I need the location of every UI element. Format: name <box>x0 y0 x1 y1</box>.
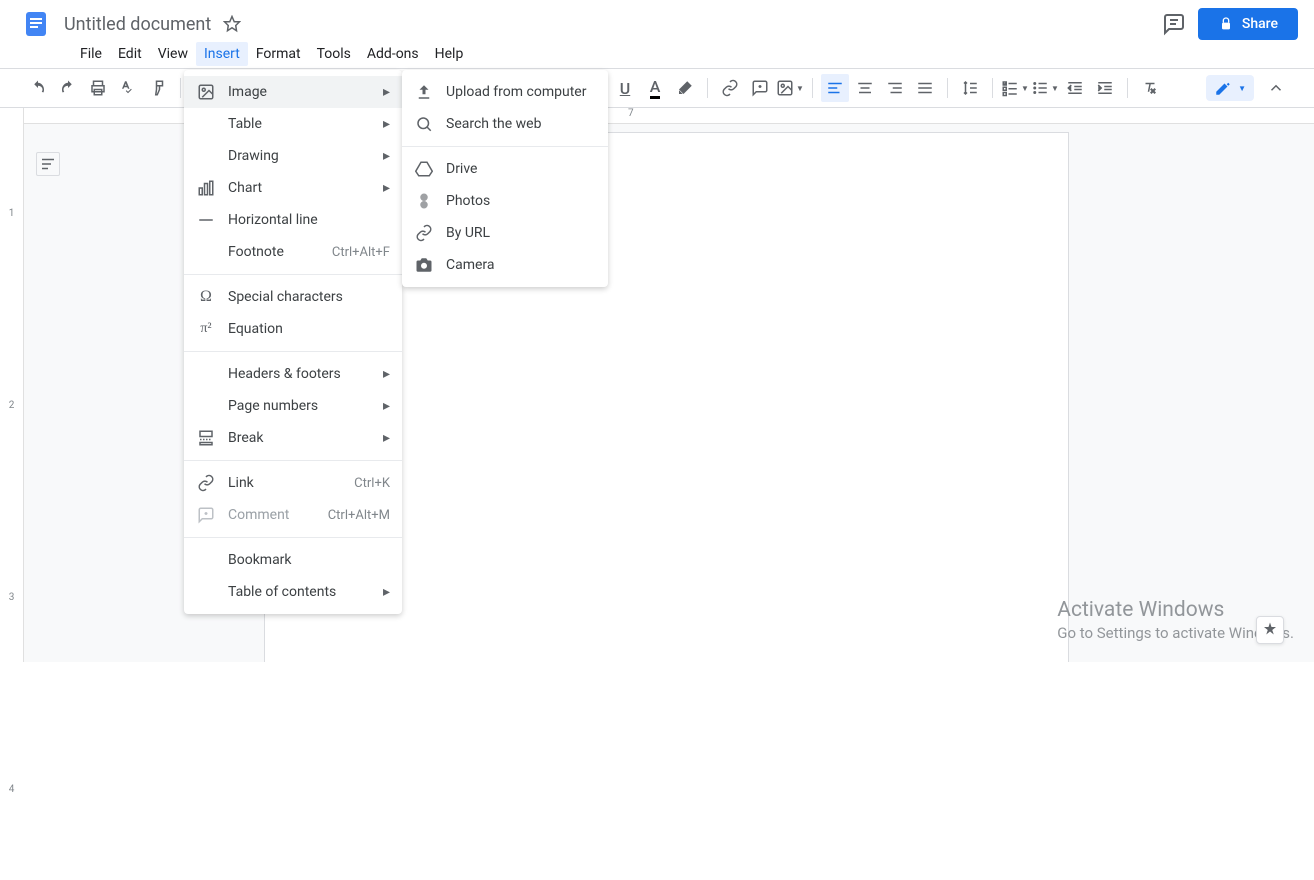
underline-button[interactable]: U <box>611 74 639 102</box>
insert-link-button[interactable] <box>716 74 744 102</box>
chart-icon <box>196 178 216 198</box>
menu-insert[interactable]: Insert <box>196 42 248 66</box>
link-icon <box>196 473 216 493</box>
insert-image-button[interactable]: ▼ <box>776 74 804 102</box>
menu-item-comment[interactable]: CommentCtrl+Alt+M <box>184 499 402 531</box>
menu-help[interactable]: Help <box>427 42 472 66</box>
menu-item-table[interactable]: Table▸ <box>184 108 402 140</box>
submenu-arrow-icon: ▸ <box>383 84 390 100</box>
menu-item-special-characters[interactable]: ΩSpecial characters <box>184 281 402 313</box>
vertical-ruler: 1234 <box>0 108 24 662</box>
docs-logo[interactable] <box>16 4 56 44</box>
submenu-arrow-icon: ▸ <box>383 398 390 414</box>
menu-tools[interactable]: Tools <box>309 42 359 66</box>
menu-view[interactable]: View <box>150 42 196 66</box>
submenu-arrow-icon: ▸ <box>383 366 390 382</box>
clear-formatting-button[interactable] <box>1136 74 1164 102</box>
menu-item-table-of-contents[interactable]: Table of contents▸ <box>184 576 402 608</box>
menu-item-equation[interactable]: π²Equation <box>184 313 402 345</box>
document-title[interactable]: Untitled document <box>64 14 211 35</box>
menu-add-ons[interactable]: Add-ons <box>359 42 427 66</box>
redo-button[interactable] <box>54 74 82 102</box>
menu-item-drive[interactable]: Drive <box>402 153 608 185</box>
menu-item-photos[interactable]: Photos <box>402 185 608 217</box>
editing-mode-button[interactable]: ▼ <box>1206 75 1254 101</box>
menu-item-footnote[interactable]: FootnoteCtrl+Alt+F <box>184 236 402 268</box>
star-icon[interactable] <box>223 15 241 33</box>
hr-icon <box>196 210 216 230</box>
comment-history-icon[interactable] <box>1162 12 1186 36</box>
menu-file[interactable]: File <box>72 42 110 66</box>
menu-item-horizontal-line[interactable]: Horizontal line <box>184 204 402 236</box>
break-icon <box>196 428 216 448</box>
share-button[interactable]: Share <box>1198 8 1298 40</box>
comment-icon <box>196 505 216 525</box>
menu-item-page-numbers[interactable]: Page numbers▸ <box>184 390 402 422</box>
increase-indent-button[interactable] <box>1091 74 1119 102</box>
menu-item-headers-footers[interactable]: Headers & footers▸ <box>184 358 402 390</box>
camera-icon <box>414 255 434 275</box>
menu-item-drawing[interactable]: Drawing▸ <box>184 140 402 172</box>
search-icon <box>414 114 434 134</box>
spellcheck-button[interactable] <box>114 74 142 102</box>
submenu-arrow-icon: ▸ <box>383 430 390 446</box>
omega-icon: Ω <box>196 287 216 307</box>
document-outline-button[interactable] <box>36 152 60 176</box>
drive-icon <box>414 159 434 179</box>
undo-button[interactable] <box>24 74 52 102</box>
link-icon <box>414 223 434 243</box>
align-right-button[interactable] <box>881 74 909 102</box>
pi-icon: π² <box>196 319 216 339</box>
print-button[interactable] <box>84 74 112 102</box>
submenu-arrow-icon: ▸ <box>383 116 390 132</box>
menu-format[interactable]: Format <box>248 42 309 66</box>
photos-icon <box>414 191 434 211</box>
menu-item-camera[interactable]: Camera <box>402 249 608 281</box>
paint-format-button[interactable] <box>144 74 172 102</box>
align-justify-button[interactable] <box>911 74 939 102</box>
align-left-button[interactable] <box>821 74 849 102</box>
menu-item-by-url[interactable]: By URL <box>402 217 608 249</box>
text-color-button[interactable]: A <box>641 74 669 102</box>
insert-menu-dropdown: Image▸Table▸Drawing▸Chart▸Horizontal lin… <box>184 70 402 614</box>
align-center-button[interactable] <box>851 74 879 102</box>
upload-icon <box>414 82 434 102</box>
menu-item-search-the-web[interactable]: Search the web <box>402 108 608 140</box>
menu-item-chart[interactable]: Chart▸ <box>184 172 402 204</box>
line-spacing-button[interactable] <box>956 74 984 102</box>
explore-button[interactable] <box>1256 616 1284 644</box>
image-submenu-dropdown: Upload from computerSearch the web DriveP… <box>402 70 608 287</box>
highlight-button[interactable] <box>671 74 699 102</box>
titlebar: Untitled document Share <box>0 0 1314 40</box>
menu-item-link[interactable]: LinkCtrl+K <box>184 467 402 499</box>
bulleted-list-button[interactable]: ▼ <box>1031 74 1059 102</box>
submenu-arrow-icon: ▸ <box>383 180 390 196</box>
menu-item-break[interactable]: Break▸ <box>184 422 402 454</box>
submenu-arrow-icon: ▸ <box>383 148 390 164</box>
menu-edit[interactable]: Edit <box>110 42 150 66</box>
submenu-arrow-icon: ▸ <box>383 584 390 600</box>
menu-item-upload-from-computer[interactable]: Upload from computer <box>402 76 608 108</box>
menu-item-image[interactable]: Image▸ <box>184 76 402 108</box>
checklist-button[interactable]: ▼ <box>1001 74 1029 102</box>
add-comment-button[interactable] <box>746 74 774 102</box>
menu-item-bookmark[interactable]: Bookmark <box>184 544 402 576</box>
collapse-toolbar-button[interactable] <box>1262 74 1290 102</box>
decrease-indent-button[interactable] <box>1061 74 1089 102</box>
image-icon <box>196 82 216 102</box>
menubar: FileEditViewInsertFormatToolsAdd-onsHelp <box>0 40 1314 68</box>
share-label: Share <box>1242 16 1278 32</box>
